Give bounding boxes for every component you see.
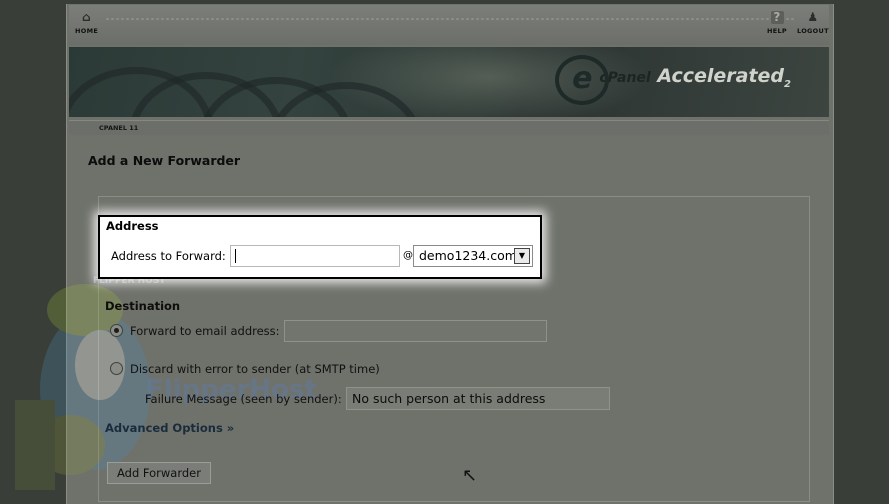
logout-button[interactable]: ♟ LOGOUT (797, 10, 829, 36)
discard-radio[interactable] (110, 362, 123, 375)
cpanel-logo-mark: e (555, 55, 610, 105)
failure-message-value: No such person at this address (352, 391, 546, 406)
forward-email-input[interactable] (284, 320, 547, 342)
text-caret (235, 249, 236, 263)
forward-radio[interactable] (110, 324, 123, 337)
domain-select[interactable]: demo1234.com ▼ (413, 245, 533, 267)
logo-version: 2 (784, 78, 791, 90)
page-title: Add a New Forwarder (88, 153, 241, 168)
domain-selected-value: demo1234.com (419, 248, 517, 263)
failure-message-label: Failure Message (seen by sender): (145, 392, 342, 406)
address-section: Address Address to Forward: @ demo1234.c… (98, 215, 542, 279)
chevron-down-icon[interactable]: ▼ (514, 248, 530, 264)
home-button[interactable]: ⌂ HOME (75, 10, 99, 36)
address-section-title: Address (106, 219, 159, 233)
breadcrumb-bar: CPANEL 11 (69, 120, 829, 135)
home-label: HOME (75, 27, 99, 35)
toolbar-decoration (105, 17, 795, 21)
logout-label: LOGOUT (797, 27, 829, 35)
mouse-pointer-icon: ↖ (462, 465, 478, 486)
address-to-forward-input[interactable] (230, 245, 400, 267)
advanced-options-link[interactable]: Advanced Options » (105, 421, 234, 435)
home-icon: ⌂ (82, 10, 91, 24)
cpanel-logo: e cPanel Accelerated2 (555, 55, 791, 105)
address-to-forward-label: Address to Forward: (111, 249, 226, 263)
breadcrumb[interactable]: CPANEL 11 (99, 124, 138, 132)
at-sign: @ (403, 250, 413, 261)
failure-message-input[interactable]: No such person at this address (346, 387, 610, 410)
logo-accent: Accelerated (657, 65, 785, 87)
discard-label: Discard with error to sender (at SMTP ti… (130, 362, 380, 376)
destination-section-title: Destination (105, 299, 181, 313)
help-label: HELP (767, 27, 787, 35)
forward-label: Forward to email address: (130, 324, 280, 338)
cpanel-banner: e cPanel Accelerated2 (69, 47, 829, 117)
person-icon: ♟ (807, 10, 819, 24)
help-button[interactable]: ? HELP (767, 11, 787, 36)
add-forwarder-button[interactable]: Add Forwarder (107, 462, 211, 484)
top-toolbar: ⌂ HOME ? HELP ♟ LOGOUT (69, 5, 829, 45)
question-icon: ? (770, 11, 784, 24)
